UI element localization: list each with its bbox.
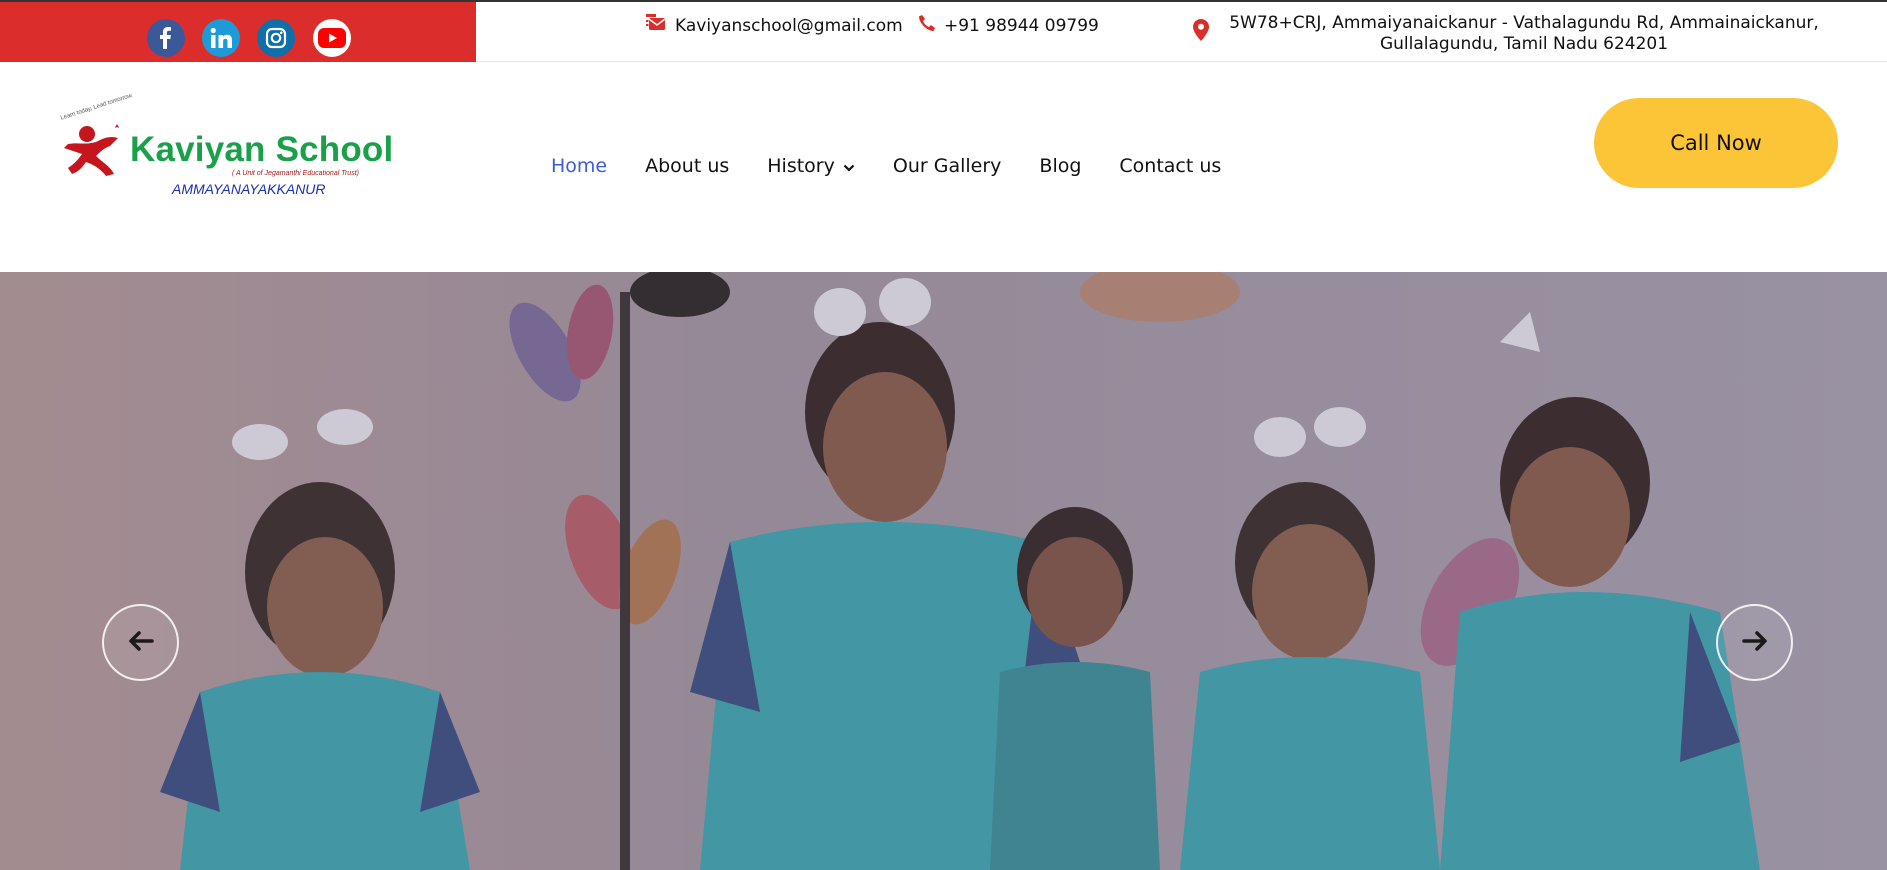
nav-history[interactable]: History — [767, 155, 855, 177]
address-line-2: Gullalagundu, Tamil Nadu 624201 — [1379, 34, 1669, 54]
youtube-icon[interactable] — [313, 19, 351, 57]
nav-blog-label: Blog — [1039, 155, 1082, 177]
chevron-down-icon — [843, 155, 855, 177]
email-text: Kaviyanschool@gmail.com — [675, 15, 903, 36]
nav-history-label: History — [767, 155, 835, 177]
hero-slider — [0, 272, 1887, 870]
nav-our-gallery[interactable]: Our Gallery — [893, 155, 1002, 177]
nav-about-us-label: About us — [645, 155, 730, 177]
mail-icon — [646, 14, 667, 37]
nav-our-gallery-label: Our Gallery — [892, 155, 1002, 177]
social-strip — [0, 2, 476, 62]
logo-title: Kaviyan School — [130, 130, 394, 169]
nav-blog[interactable]: Blog — [1039, 155, 1081, 177]
hero-image — [0, 272, 1887, 870]
logo-subtitle: ( A Unit of Jegamanthi Educational Trust… — [232, 170, 359, 177]
arrow-right-icon — [1741, 630, 1768, 656]
location-pin-icon — [1193, 19, 1209, 45]
nav-contact-us-label: Contact us — [1119, 155, 1222, 177]
arrow-left-icon — [128, 630, 154, 656]
nav-home-label: Home — [551, 155, 608, 177]
main-nav: Home About us History Our Gallery Blog C… — [551, 155, 1259, 177]
slider-prev-button[interactable] — [102, 604, 179, 681]
nav-about-us[interactable]: About us — [645, 155, 729, 177]
linkedin-icon[interactable] — [202, 19, 240, 57]
school-logo[interactable]: Learn today, Lead tomorrow Kaviyan Schoo… — [60, 93, 393, 211]
nav-contact-us[interactable]: Contact us — [1119, 155, 1221, 177]
nav-home[interactable]: Home — [551, 155, 607, 177]
phone-text: +91 98944 09799 — [944, 15, 1099, 36]
address-line-1: 5W78+CRJ, Ammaiyanaickanur - Vathalagund… — [1229, 13, 1819, 33]
phone-contact[interactable]: +91 98944 09799 — [918, 14, 1099, 37]
top-bar: Kaviyanschool@gmail.com +91 98944 09799 … — [0, 0, 1887, 62]
email-contact[interactable]: Kaviyanschool@gmail.com — [646, 14, 903, 37]
slider-next-button[interactable] — [1716, 604, 1793, 681]
call-now-button[interactable]: Call Now — [1594, 98, 1838, 188]
runner-logo-icon — [64, 124, 119, 176]
facebook-icon[interactable] — [147, 19, 185, 57]
phone-icon — [918, 14, 936, 37]
instagram-icon[interactable] — [257, 19, 295, 57]
logo-place: AMMAYANAYAKKANUR — [172, 181, 326, 197]
address-text: 5W78+CRJ, Ammaiyanaickanur - Vathalagund… — [1224, 13, 1824, 55]
site-header: Learn today, Lead tomorrow Kaviyan Schoo… — [0, 62, 1887, 272]
